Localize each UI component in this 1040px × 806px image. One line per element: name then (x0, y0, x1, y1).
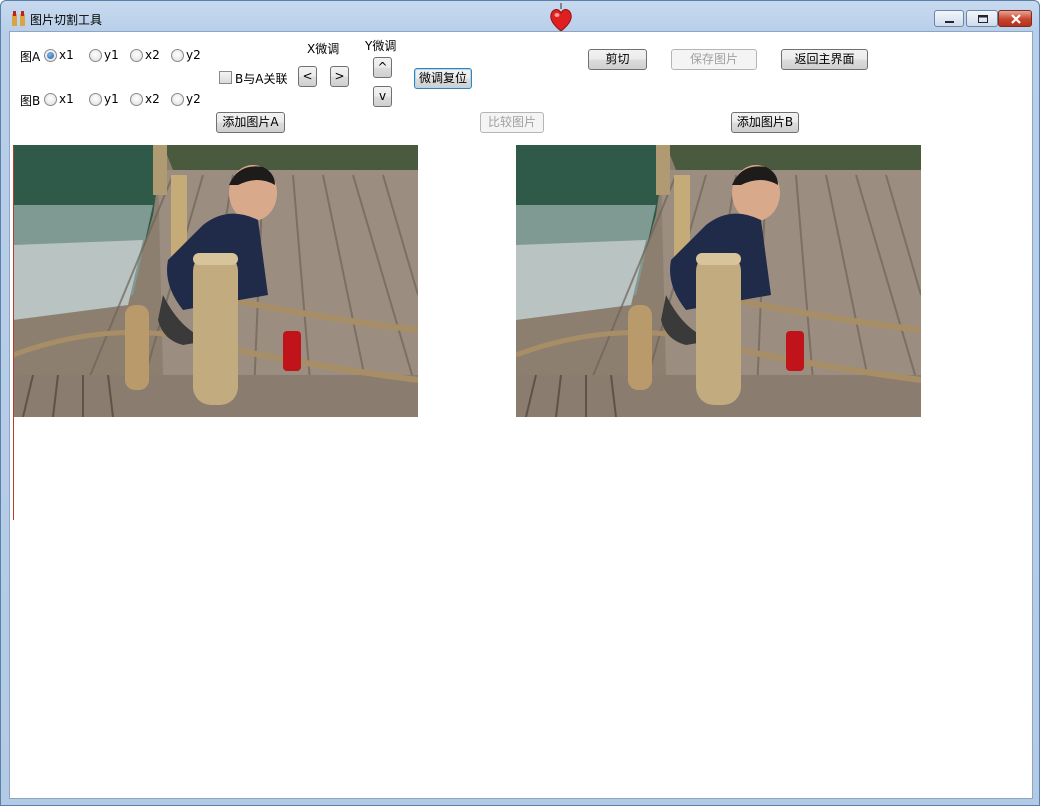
x-left-button[interactable]: < (298, 66, 317, 87)
maximize-button[interactable] (966, 10, 998, 27)
radio-a-x1[interactable] (44, 49, 57, 62)
maximize-icon (978, 15, 988, 23)
image-a-preview[interactable] (13, 145, 418, 417)
radio-a-x2[interactable] (130, 49, 143, 62)
y-up-button[interactable]: ^ (373, 57, 392, 78)
x-adjust-label: X微调 (307, 42, 340, 56)
title-bar[interactable]: 图片切割工具 (1, 1, 1040, 35)
add-image-b-button[interactable]: 添加图片B (731, 112, 799, 133)
radio-b-y2[interactable] (171, 93, 184, 106)
window-title: 图片切割工具 (30, 13, 103, 27)
x-right-button[interactable]: > (330, 66, 349, 87)
minimize-icon (945, 21, 954, 23)
radio-a-y1[interactable] (89, 49, 102, 62)
save-image-button[interactable]: 保存图片 (671, 49, 757, 70)
radio-b-x2-label: x2 (145, 92, 160, 106)
y-down-button[interactable]: v (373, 86, 392, 107)
compare-images-button[interactable]: 比较图片 (480, 112, 544, 133)
radio-b-y2-label: y2 (186, 92, 201, 106)
link-b-to-a-label: B与A关联 (235, 72, 288, 86)
link-b-to-a-checkbox[interactable] (219, 71, 232, 84)
image-a-photo (13, 145, 418, 417)
radio-a-y1-label: y1 (104, 48, 119, 62)
image-a-label: 图A (20, 50, 41, 64)
close-icon (1011, 14, 1021, 24)
radio-b-x1-label: x1 (59, 92, 74, 106)
radio-a-y2[interactable] (171, 49, 184, 62)
cut-button[interactable]: 剪切 (588, 49, 647, 70)
radio-b-y1[interactable] (89, 93, 102, 106)
radio-b-y1-label: y1 (104, 92, 119, 106)
reset-adjust-button[interactable]: 微调复位 (414, 68, 472, 89)
radio-b-x1[interactable] (44, 93, 57, 106)
radio-a-x1-label: x1 (59, 48, 74, 62)
app-icon (12, 11, 25, 26)
radio-b-x2[interactable] (130, 93, 143, 106)
close-button[interactable] (998, 10, 1032, 27)
add-image-a-button[interactable]: 添加图片A (216, 112, 285, 133)
cut-guide-line[interactable] (13, 146, 14, 520)
minimize-button[interactable] (934, 10, 964, 27)
radio-a-y2-label: y2 (186, 48, 201, 62)
image-b-label: 图B (20, 94, 41, 108)
image-b-preview[interactable] (516, 145, 921, 417)
radio-a-x2-label: x2 (145, 48, 160, 62)
y-adjust-label: Y微调 (365, 39, 397, 53)
image-b-photo (516, 145, 921, 417)
back-main-button[interactable]: 返回主界面 (781, 49, 868, 70)
